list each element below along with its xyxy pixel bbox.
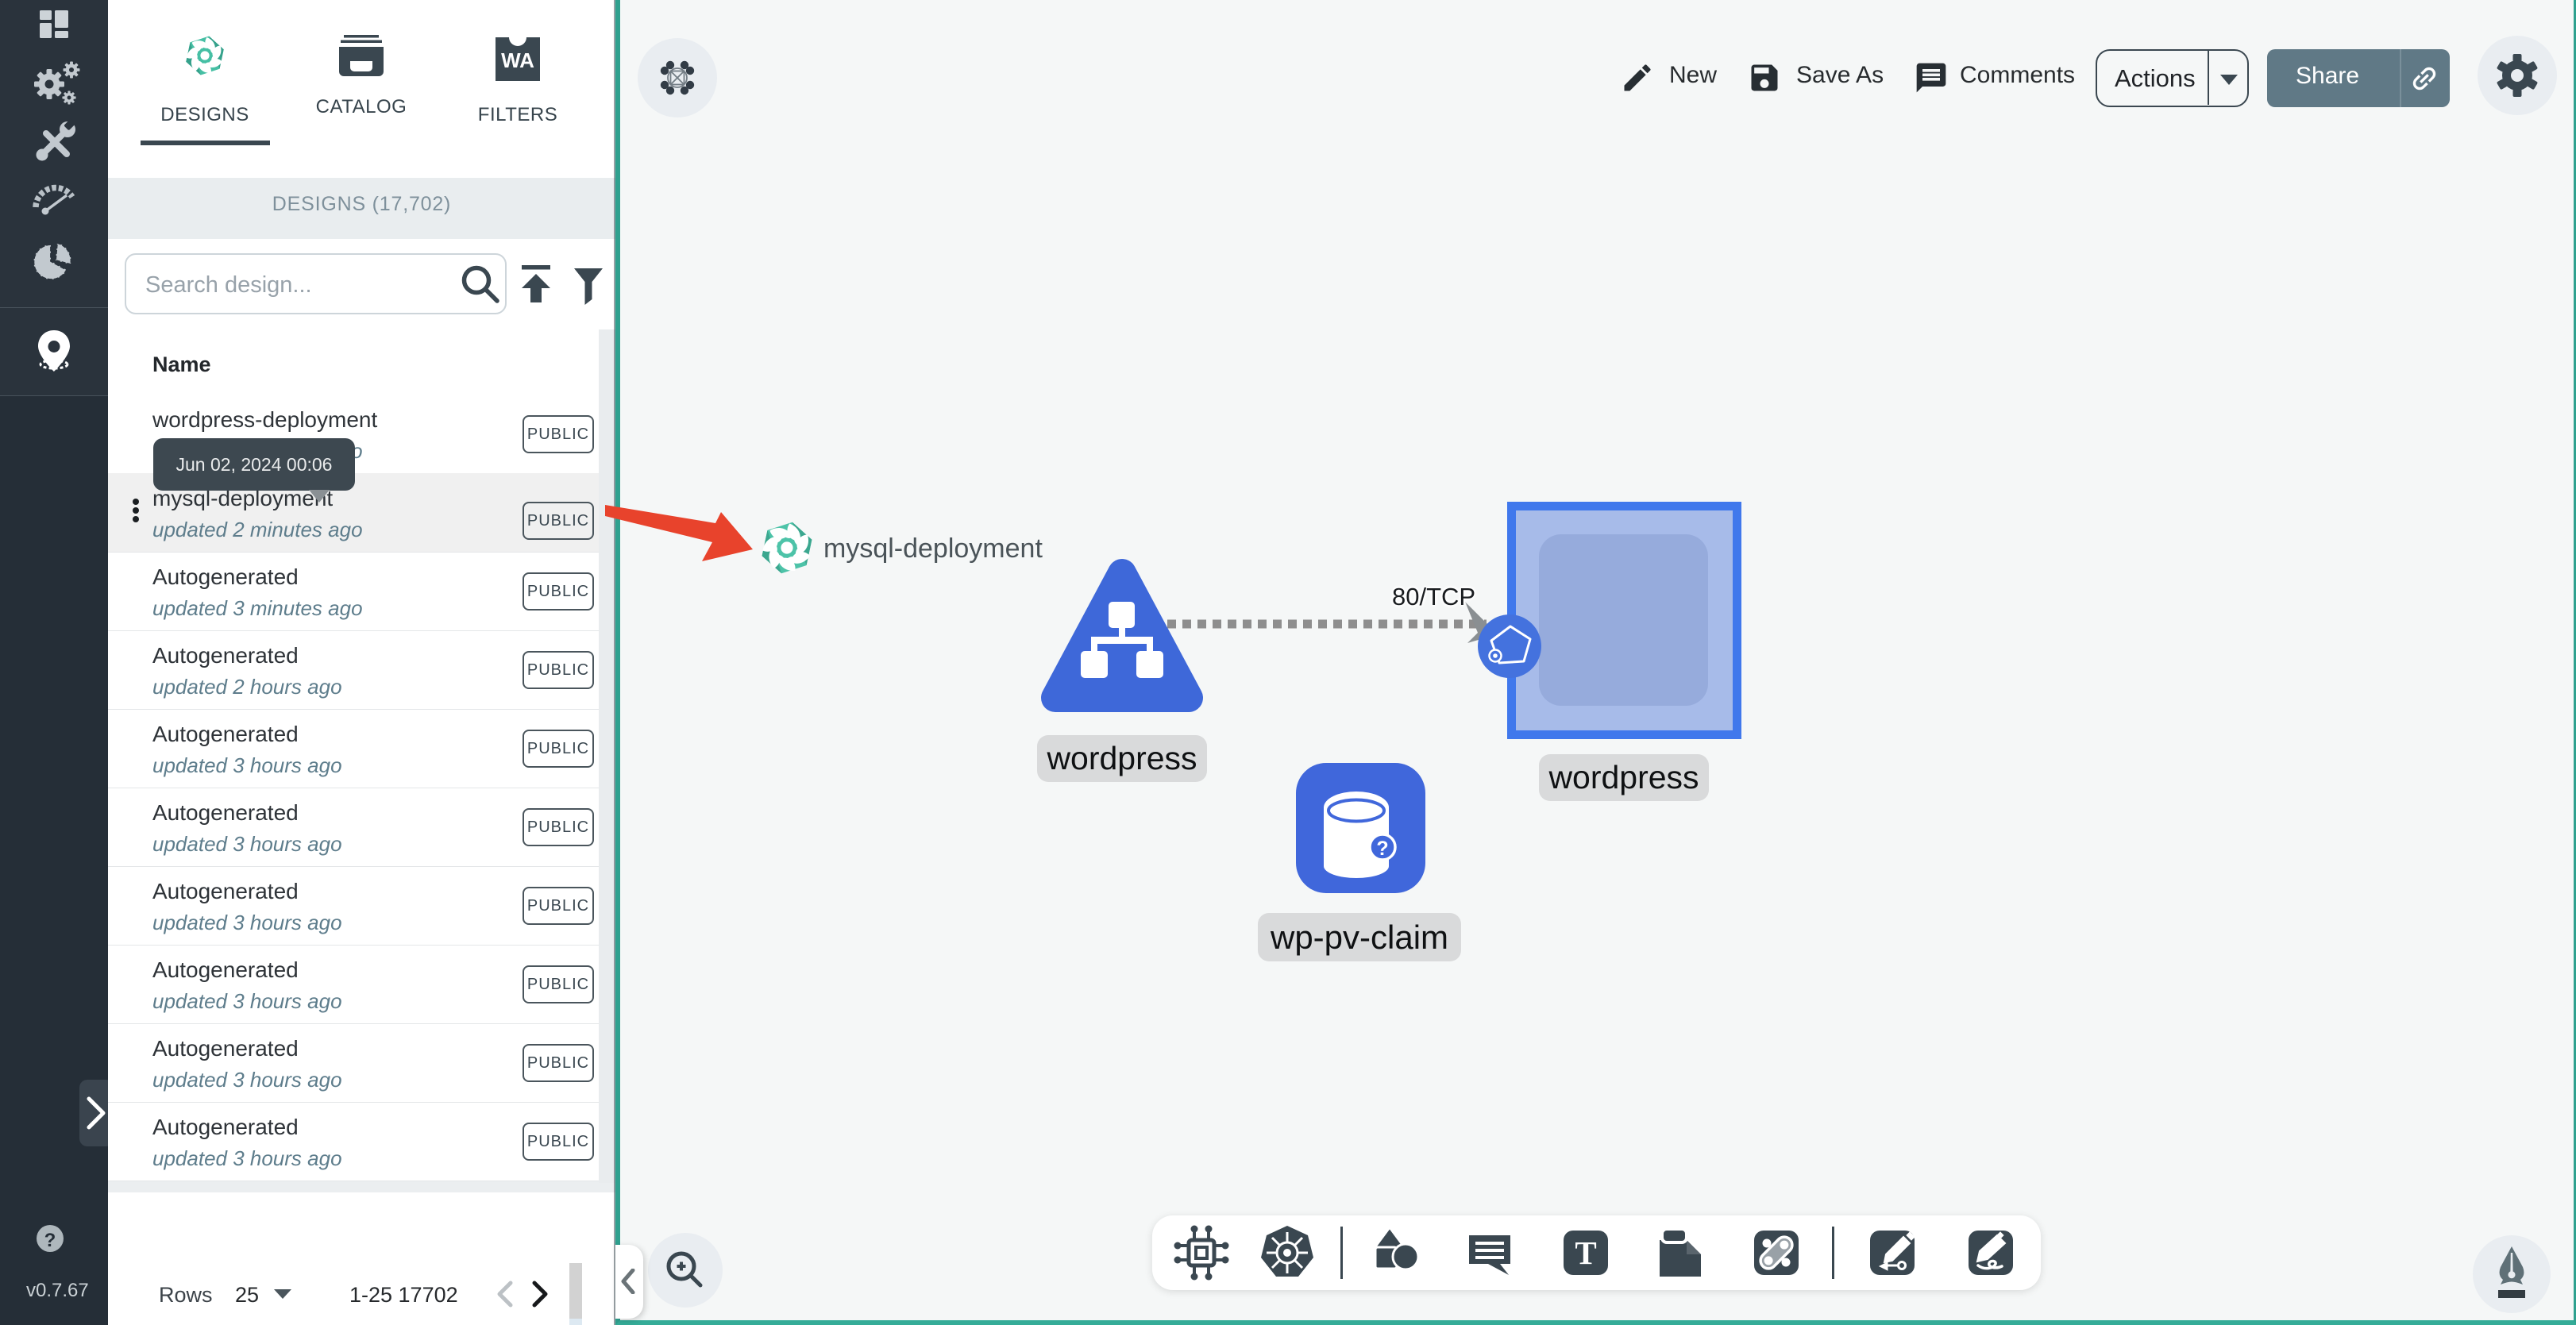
svg-text:FILTERS: FILTERS [478,104,557,125]
svg-text:Name: Name [152,352,211,376]
svg-text:WA: WA [501,48,534,72]
svg-text:v0.7.67: v0.7.67 [26,1280,89,1301]
svg-text:T: T [1575,1234,1596,1271]
svg-text:?: ? [44,1230,56,1251]
svg-text:DESIGNS: DESIGNS [160,104,249,125]
svg-text:CATALOG: CATALOG [316,96,407,117]
